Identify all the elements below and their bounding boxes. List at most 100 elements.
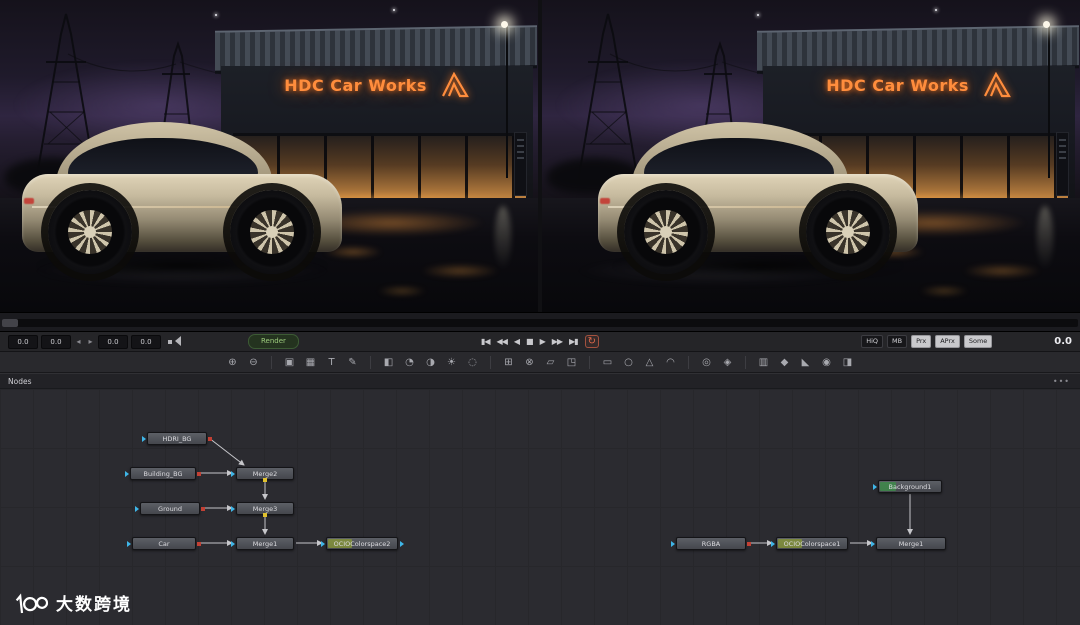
speaker-icon[interactable] — [168, 336, 181, 347]
resize-icon[interactable]: ▱ — [544, 355, 557, 370]
timeline-handle[interactable] — [2, 319, 18, 327]
ellipse-mask-icon[interactable]: ○ — [622, 355, 635, 370]
timeline-strip — [0, 312, 1080, 332]
image-plane-3d-icon[interactable]: ▥ — [757, 355, 770, 370]
node-Background1[interactable]: Background1 — [873, 480, 942, 493]
car-image — [22, 100, 342, 278]
in-cyan-connector[interactable] — [771, 540, 775, 547]
loop-button[interactable]: ↻ — [584, 335, 600, 348]
toolbar-separator — [490, 355, 491, 369]
toolbar-separator — [370, 355, 371, 369]
node-Merge3[interactable]: Merge3 — [231, 502, 294, 517]
aprx-button[interactable]: APrx — [935, 335, 960, 348]
car-front-wheel — [230, 190, 314, 274]
in-cyan-connector[interactable] — [135, 505, 139, 512]
node-label: Merge1 — [898, 540, 924, 548]
brightness-contrast-icon[interactable]: ☀ — [445, 355, 458, 370]
viewer-left[interactable]: HDC Car Works — [0, 0, 538, 312]
in-cyan-connector[interactable] — [231, 540, 235, 547]
timeline-track[interactable] — [2, 319, 1078, 327]
render-button[interactable]: Render — [248, 334, 299, 349]
prx-button[interactable]: Prx — [911, 335, 932, 348]
viewer-right[interactable]: HDC Car Works — [542, 0, 1080, 312]
out-red-connector[interactable] — [197, 471, 201, 476]
decrement-icon[interactable]: ◂ — [74, 336, 83, 348]
merge-3d-icon[interactable]: ◣ — [799, 355, 812, 370]
node-Building_BG[interactable]: Building_BG — [125, 467, 201, 480]
node-Merge2[interactable]: Merge2 — [231, 467, 294, 482]
goto-start-button[interactable]: ▮◀ — [481, 335, 491, 349]
node-label: Ground — [158, 505, 182, 513]
planar-tracker-icon[interactable]: ◈ — [721, 355, 734, 370]
fg-yellow-connector[interactable] — [263, 478, 267, 482]
node-Merge1L[interactable]: Merge1 — [231, 537, 294, 550]
fast-noise-icon[interactable]: ▦ — [304, 355, 317, 370]
node-HDRI_BG[interactable]: HDRI_BG — [142, 432, 212, 445]
light-reflection — [918, 286, 969, 296]
increment-icon[interactable]: ▸ — [86, 336, 95, 348]
media-in-icon[interactable]: ⊕ — [226, 355, 239, 370]
media-out-icon[interactable]: ⊖ — [247, 355, 260, 370]
some-button[interactable]: Some — [963, 335, 993, 348]
color-curves-icon[interactable]: ◔ — [403, 355, 416, 370]
play-button[interactable]: ▶ — [540, 335, 546, 349]
in-cyan-connector[interactable] — [127, 540, 131, 547]
in-cyan-connector[interactable] — [871, 540, 875, 547]
goto-end-button[interactable]: ▶▮ — [569, 335, 579, 349]
text-plus-icon[interactable]: T — [325, 355, 338, 370]
stop-button[interactable]: ■ — [526, 335, 534, 349]
shape-3d-icon[interactable]: ◆ — [778, 355, 791, 370]
mb-button[interactable]: MB — [887, 335, 908, 348]
renderer-3d-icon[interactable]: ◨ — [841, 355, 854, 370]
merge-icon[interactable]: ⊗ — [523, 355, 536, 370]
hiq-button[interactable]: HiQ — [861, 335, 883, 348]
camera-3d-icon[interactable]: ◉ — [820, 355, 833, 370]
current-frame-field[interactable]: 0.0 — [98, 334, 128, 349]
range-end-field[interactable]: 0.0 — [41, 334, 71, 349]
nodes-panel-title: Nodes — [8, 376, 32, 386]
car-front-wheel — [806, 190, 890, 274]
fg-yellow-connector[interactable] — [263, 513, 267, 517]
out-red-connector[interactable] — [201, 506, 205, 511]
range-start-field[interactable]: 0.0 — [8, 334, 38, 349]
step-field[interactable]: 0.0 — [131, 334, 161, 349]
bspline-mask-icon[interactable]: ◠ — [664, 355, 677, 370]
out-cyan-connector[interactable] — [400, 540, 404, 547]
fast-forward-button[interactable]: ▶▶ — [552, 335, 563, 349]
node-RGBA[interactable]: RGBA — [671, 537, 751, 550]
node-Merge1R[interactable]: Merge1 — [871, 537, 946, 550]
blur-icon[interactable]: ◌ — [466, 355, 479, 370]
in-cyan-connector[interactable] — [671, 540, 675, 547]
out-red-connector[interactable] — [208, 436, 212, 441]
out-red-connector[interactable] — [197, 541, 201, 546]
in-cyan-connector[interactable] — [142, 435, 146, 442]
crop-icon[interactable]: ◳ — [565, 355, 578, 370]
panel-options-icon[interactable]: ••• — [1053, 377, 1070, 386]
street-lamp-pole — [1047, 26, 1050, 178]
node-OCIOColorspace2[interactable]: OCIOColorspace2 — [321, 537, 404, 550]
paint-icon[interactable]: ✎ — [346, 355, 359, 370]
out-red-connector[interactable] — [747, 541, 751, 546]
node-OCIOColorspace1[interactable]: OCIOColorspace1 — [771, 537, 848, 550]
polygon-mask-icon[interactable]: △ — [643, 355, 656, 370]
tracker-icon[interactable]: ◎ — [700, 355, 713, 370]
in-cyan-connector[interactable] — [231, 470, 235, 477]
in-cyan-connector[interactable] — [321, 540, 325, 547]
in-cyan-connector[interactable] — [873, 483, 877, 490]
node-graph[interactable]: 大数跨境 HDRI_BG Building_BG Merge2 Ground Merge… — [0, 389, 1080, 625]
toolbar-separator — [745, 355, 746, 369]
color-corrector-icon[interactable]: ◧ — [382, 355, 395, 370]
rectangle-mask-icon[interactable]: ▭ — [601, 355, 614, 370]
neon-logo-icon — [983, 72, 1011, 98]
node-Car[interactable]: Car — [127, 537, 201, 550]
in-cyan-connector[interactable] — [231, 505, 235, 512]
node-Ground[interactable]: Ground — [135, 502, 205, 515]
transform-icon[interactable]: ⊞ — [502, 355, 515, 370]
background-icon[interactable]: ▣ — [283, 355, 296, 370]
lamp-reflection — [1036, 206, 1053, 270]
hue-curves-icon[interactable]: ◑ — [424, 355, 437, 370]
play-reverse-button[interactable]: ◀ — [514, 335, 520, 349]
street-lamp-pole — [505, 26, 508, 178]
in-cyan-connector[interactable] — [125, 470, 129, 477]
fast-rewind-button[interactable]: ◀◀ — [497, 335, 508, 349]
